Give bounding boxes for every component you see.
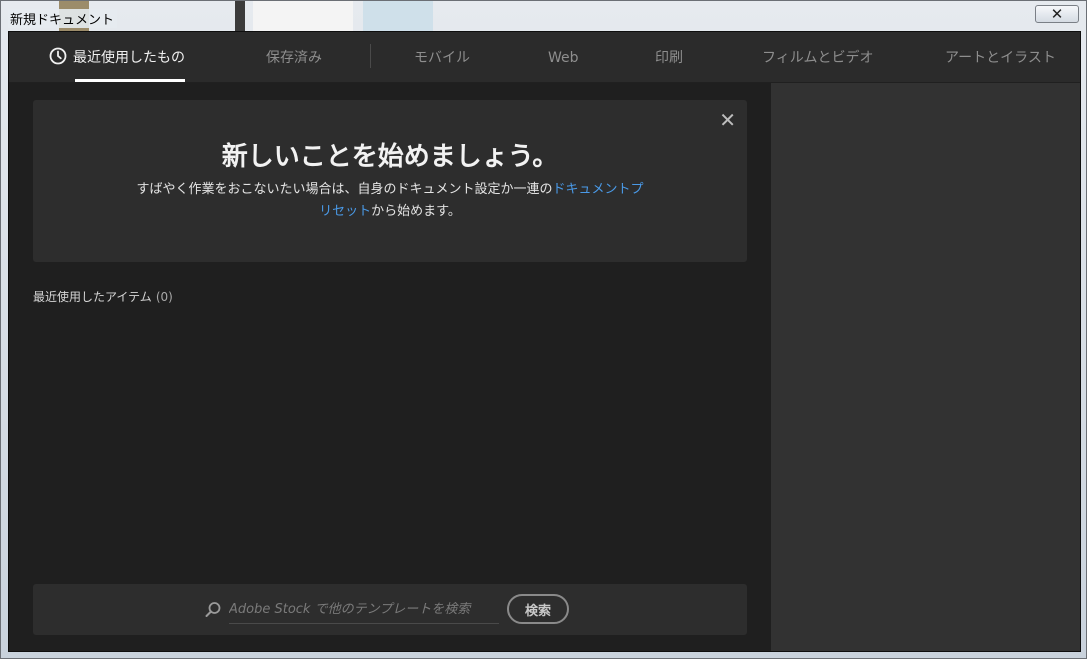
tab-bar: 最近使用したもの 保存済み モバイル Web 印刷 フィルムとビデオ アートとイ… xyxy=(9,32,1080,83)
close-icon[interactable]: ✕ xyxy=(719,108,736,132)
tab-divider xyxy=(370,44,371,68)
stock-search-input[interactable] xyxy=(229,596,499,624)
tab-print[interactable]: 印刷 xyxy=(655,32,683,82)
tab-film-video[interactable]: フィルムとビデオ xyxy=(762,32,873,82)
welcome-description: すばやく作業をおこないたい場合は、自身のドキュメント設定か一連のドキュメントプリ… xyxy=(133,179,647,223)
tab-saved-label: 保存済み xyxy=(266,50,322,66)
recent-items-count: (0) xyxy=(155,290,173,304)
tab-art-illustration[interactable]: アートとイラスト xyxy=(945,32,1056,82)
welcome-description-text: すばやく作業をおこないたい場合は、自身のドキュメント設定か一連の xyxy=(136,182,553,197)
new-document-window: 新規ドキュメント ✕ 最近使用したもの 保存済み モバイル Web 印刷 フィル… xyxy=(0,0,1087,659)
main-panel: ✕ 新しいことを始めましょう。 すばやく作業をおこないたい場合は、自身のドキュメ… xyxy=(9,83,771,651)
tab-web-label: Web xyxy=(548,50,579,66)
tab-mobile-label: モバイル xyxy=(414,50,470,66)
tab-mobile[interactable]: モバイル xyxy=(414,32,470,82)
dialog-body: 最近使用したもの 保存済み モバイル Web 印刷 フィルムとビデオ アートとイ… xyxy=(8,31,1081,652)
welcome-banner: ✕ 新しいことを始めましょう。 すばやく作業をおこないたい場合は、自身のドキュメ… xyxy=(33,100,747,262)
preset-details-panel xyxy=(771,83,1080,651)
recent-items-heading: 最近使用したアイテム (0) xyxy=(33,288,173,305)
search-icon xyxy=(205,602,221,617)
window-title: 新規ドキュメント xyxy=(8,9,118,28)
stock-search-bar: 検索 xyxy=(33,584,747,635)
tab-recent-label: 最近使用したもの xyxy=(73,50,185,66)
search-button[interactable]: 検索 xyxy=(507,594,569,624)
window-close-button[interactable]: ✕ xyxy=(1035,5,1079,23)
tab-recent[interactable]: 最近使用したもの xyxy=(49,32,185,82)
title-bar[interactable]: 新規ドキュメント ✕ xyxy=(1,1,1086,31)
tab-art-illustration-label: アートとイラスト xyxy=(945,50,1056,66)
recent-items-label: 最近使用したアイテム xyxy=(33,290,152,304)
welcome-description-end: から始めます。 xyxy=(371,204,461,219)
tab-film-video-label: フィルムとビデオ xyxy=(762,50,874,66)
tab-saved[interactable]: 保存済み xyxy=(266,32,322,82)
tab-web[interactable]: Web xyxy=(548,32,579,82)
tab-print-label: 印刷 xyxy=(655,50,683,66)
active-tab-indicator xyxy=(75,79,185,82)
clock-icon xyxy=(49,47,67,65)
welcome-title: 新しいことを始めましょう。 xyxy=(221,142,559,172)
